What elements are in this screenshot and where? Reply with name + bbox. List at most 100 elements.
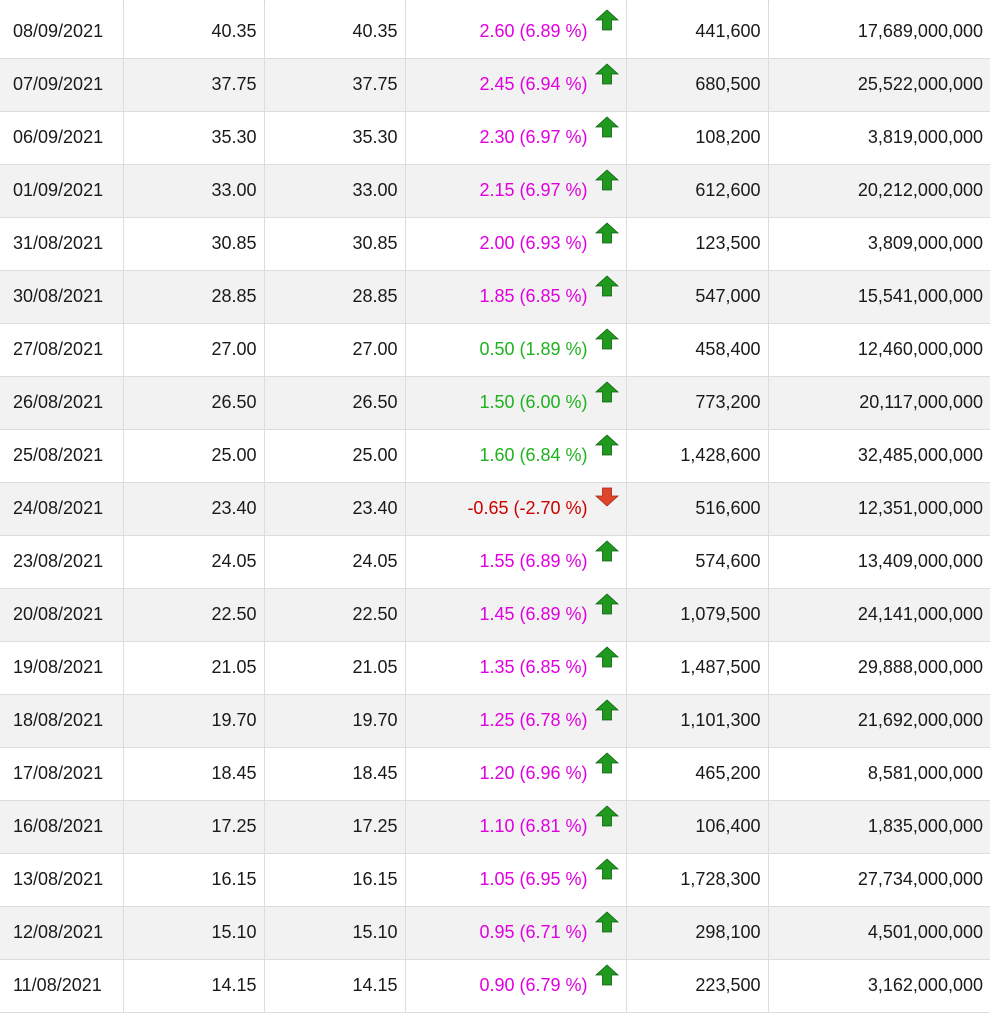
up-arrow-icon: [594, 804, 619, 827]
change-cell: 1.45 (6.89 %): [405, 588, 627, 642]
change-value: 1.25 (6.78 %): [479, 710, 588, 730]
value-cell: 8,581,000,000: [768, 747, 990, 801]
date-cell: 07/09/2021: [0, 58, 124, 112]
table-row: 07/09/2021 37.75 37.75 2.45 (6.94 %) 680…: [0, 58, 990, 112]
up-arrow-icon: [594, 857, 619, 880]
price-cell-col2: 37.75: [123, 58, 265, 112]
value-cell: 12,460,000,000: [768, 323, 990, 377]
value-cell: 12,351,000,000: [768, 482, 990, 536]
date-cell: 08/09/2021: [0, 5, 124, 59]
change-cell: 1.60 (6.84 %): [405, 429, 627, 483]
value-cell: 4,501,000,000: [768, 906, 990, 960]
date-cell: 01/09/2021: [0, 164, 124, 218]
price-history-body: 08/09/2021 40.35 40.35 2.60 (6.89 %) 441…: [0, 5, 990, 1013]
table-row: 19/08/2021 21.05 21.05 1.35 (6.85 %) 1,4…: [0, 641, 990, 695]
date-cell: 31/08/2021: [0, 217, 124, 271]
price-cell-col3: 22.50: [264, 588, 406, 642]
change-value: 0.50 (1.89 %): [479, 339, 588, 359]
price-cell-col3: 28.85: [264, 270, 406, 324]
up-arrow-icon: [594, 433, 619, 456]
price-cell-col3: 33.00: [264, 164, 406, 218]
change-value: -0.65 (-2.70 %): [467, 498, 588, 518]
date-cell: 13/08/2021: [0, 853, 124, 907]
value-cell: 15,541,000,000: [768, 270, 990, 324]
change-value: 1.35 (6.85 %): [479, 657, 588, 677]
change-value: 2.45 (6.94 %): [479, 74, 588, 94]
volume-cell: 516,600: [626, 482, 769, 536]
change-cell: 1.10 (6.81 %): [405, 800, 627, 854]
date-cell: 16/08/2021: [0, 800, 124, 854]
price-history-table: 08/09/2021 40.35 40.35 2.60 (6.89 %) 441…: [0, 5, 990, 1013]
up-arrow-icon: [594, 62, 619, 85]
up-arrow-icon: [594, 539, 619, 562]
volume-cell: 547,000: [626, 270, 769, 324]
volume-cell: 574,600: [626, 535, 769, 589]
volume-cell: 680,500: [626, 58, 769, 112]
price-cell-col2: 30.85: [123, 217, 265, 271]
change-value: 2.15 (6.97 %): [479, 180, 588, 200]
price-cell-col2: 22.50: [123, 588, 265, 642]
date-cell: 18/08/2021: [0, 694, 124, 748]
price-cell-col3: 30.85: [264, 217, 406, 271]
change-cell: 1.50 (6.00 %): [405, 376, 627, 430]
table-row: 26/08/2021 26.50 26.50 1.50 (6.00 %) 773…: [0, 376, 990, 430]
value-cell: 13,409,000,000: [768, 535, 990, 589]
value-cell: 24,141,000,000: [768, 588, 990, 642]
table-row: 25/08/2021 25.00 25.00 1.60 (6.84 %) 1,4…: [0, 429, 990, 483]
price-cell-col3: 40.35: [264, 5, 406, 59]
price-cell-col2: 23.40: [123, 482, 265, 536]
change-cell: 2.60 (6.89 %): [405, 5, 627, 59]
table-row: 16/08/2021 17.25 17.25 1.10 (6.81 %) 106…: [0, 800, 990, 854]
value-cell: 20,212,000,000: [768, 164, 990, 218]
volume-cell: 1,101,300: [626, 694, 769, 748]
change-value: 2.30 (6.97 %): [479, 127, 588, 147]
value-cell: 32,485,000,000: [768, 429, 990, 483]
up-arrow-icon: [594, 9, 619, 31]
price-cell-col3: 15.10: [264, 906, 406, 960]
volume-cell: 1,079,500: [626, 588, 769, 642]
date-cell: 20/08/2021: [0, 588, 124, 642]
price-cell-col2: 21.05: [123, 641, 265, 695]
date-cell: 17/08/2021: [0, 747, 124, 801]
volume-cell: 1,487,500: [626, 641, 769, 695]
volume-cell: 458,400: [626, 323, 769, 377]
table-row: 30/08/2021 28.85 28.85 1.85 (6.85 %) 547…: [0, 270, 990, 324]
change-cell: 1.25 (6.78 %): [405, 694, 627, 748]
price-cell-col2: 15.10: [123, 906, 265, 960]
price-cell-col3: 35.30: [264, 111, 406, 165]
change-cell: 2.00 (6.93 %): [405, 217, 627, 271]
table-row: 18/08/2021 19.70 19.70 1.25 (6.78 %) 1,1…: [0, 694, 990, 748]
up-arrow-icon: [594, 380, 619, 403]
up-arrow-icon: [594, 963, 619, 986]
table-row: 01/09/2021 33.00 33.00 2.15 (6.97 %) 612…: [0, 164, 990, 218]
table-row: 08/09/2021 40.35 40.35 2.60 (6.89 %) 441…: [0, 5, 990, 59]
date-cell: 26/08/2021: [0, 376, 124, 430]
change-cell: 0.50 (1.89 %): [405, 323, 627, 377]
up-arrow-icon: [594, 592, 619, 615]
change-cell: 0.90 (6.79 %): [405, 959, 627, 1013]
up-arrow-icon: [594, 698, 619, 721]
price-cell-col3: 37.75: [264, 58, 406, 112]
volume-cell: 441,600: [626, 5, 769, 59]
price-cell-col3: 21.05: [264, 641, 406, 695]
volume-cell: 1,728,300: [626, 853, 769, 907]
volume-cell: 106,400: [626, 800, 769, 854]
volume-cell: 773,200: [626, 376, 769, 430]
price-cell-col2: 40.35: [123, 5, 265, 59]
volume-cell: 108,200: [626, 111, 769, 165]
price-cell-col2: 16.15: [123, 853, 265, 907]
volume-cell: 298,100: [626, 906, 769, 960]
up-arrow-icon: [594, 910, 619, 933]
price-cell-col3: 14.15: [264, 959, 406, 1013]
value-cell: 29,888,000,000: [768, 641, 990, 695]
change-value: 1.60 (6.84 %): [479, 445, 588, 465]
price-cell-col3: 19.70: [264, 694, 406, 748]
change-value: 1.10 (6.81 %): [479, 816, 588, 836]
volume-cell: 1,428,600: [626, 429, 769, 483]
table-row: 27/08/2021 27.00 27.00 0.50 (1.89 %) 458…: [0, 323, 990, 377]
value-cell: 21,692,000,000: [768, 694, 990, 748]
date-cell: 27/08/2021: [0, 323, 124, 377]
volume-cell: 465,200: [626, 747, 769, 801]
table-row: 12/08/2021 15.10 15.10 0.95 (6.71 %) 298…: [0, 906, 990, 960]
up-arrow-icon: [594, 221, 619, 244]
